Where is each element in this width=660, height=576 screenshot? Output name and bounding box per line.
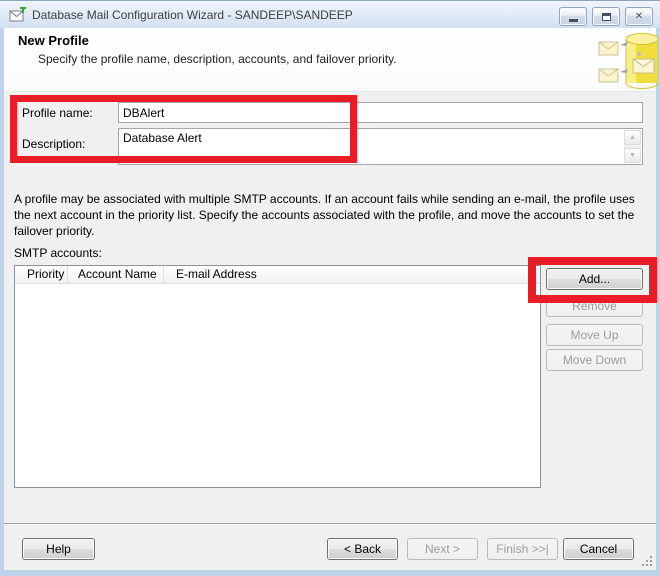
- smtp-accounts-label: SMTP accounts:: [14, 246, 102, 260]
- resize-grip-icon[interactable]: [650, 564, 652, 566]
- title-bar: Database Mail Configuration Wizard - SAN…: [0, 0, 660, 28]
- minimize-icon: [568, 18, 578, 22]
- database-mail-icon: [598, 33, 658, 90]
- wizard-window: Database Mail Configuration Wizard - SAN…: [0, 0, 660, 576]
- description-scrollbar[interactable]: ▲ ▼: [624, 130, 641, 163]
- caption-buttons: ✕: [559, 7, 653, 26]
- smtp-accounts-list[interactable]: Priority Account Name E-mail Address: [14, 265, 541, 488]
- help-button[interactable]: Help: [22, 538, 95, 560]
- close-icon: ✕: [634, 11, 644, 22]
- maximize-button[interactable]: [592, 7, 620, 26]
- list-header: Priority Account Name E-mail Address: [15, 266, 540, 284]
- move-down-button[interactable]: Move Down: [546, 349, 643, 371]
- profile-name-label: Profile name:: [22, 106, 93, 120]
- mail-plus-icon: [9, 7, 26, 22]
- close-button[interactable]: ✕: [625, 7, 653, 26]
- back-button[interactable]: < Back: [327, 538, 398, 560]
- failover-info-text: A profile may be associated with multipl…: [14, 192, 635, 238]
- scroll-up-icon: ▲: [629, 134, 636, 141]
- scroll-down-icon: ▼: [629, 152, 636, 159]
- scroll-up-button[interactable]: ▲: [624, 130, 641, 145]
- description-label: Description:: [22, 137, 86, 151]
- next-button[interactable]: Next >: [407, 538, 478, 560]
- add-button[interactable]: Add...: [546, 268, 643, 290]
- profile-name-input[interactable]: [118, 102, 643, 123]
- minimize-button[interactable]: [559, 7, 587, 26]
- column-header-account-name[interactable]: Account Name: [68, 266, 164, 283]
- footer-separator: [4, 523, 656, 525]
- page-subtitle: Specify the profile name, description, a…: [38, 52, 397, 66]
- finish-button[interactable]: Finish >>|: [487, 538, 558, 560]
- description-input[interactable]: Database Alert ▲ ▼: [118, 128, 643, 165]
- restore-icon: [601, 12, 611, 21]
- window-title: Database Mail Configuration Wizard - SAN…: [32, 8, 353, 22]
- move-up-button[interactable]: Move Up: [546, 324, 643, 346]
- scroll-down-button[interactable]: ▼: [624, 148, 641, 163]
- column-header-priority[interactable]: Priority: [15, 266, 68, 283]
- page-title: New Profile: [18, 33, 89, 48]
- remove-button[interactable]: Remove: [546, 295, 643, 317]
- description-value: Database Alert: [123, 131, 202, 145]
- column-header-email-address[interactable]: E-mail Address: [164, 266, 540, 283]
- cancel-button[interactable]: Cancel: [563, 538, 634, 560]
